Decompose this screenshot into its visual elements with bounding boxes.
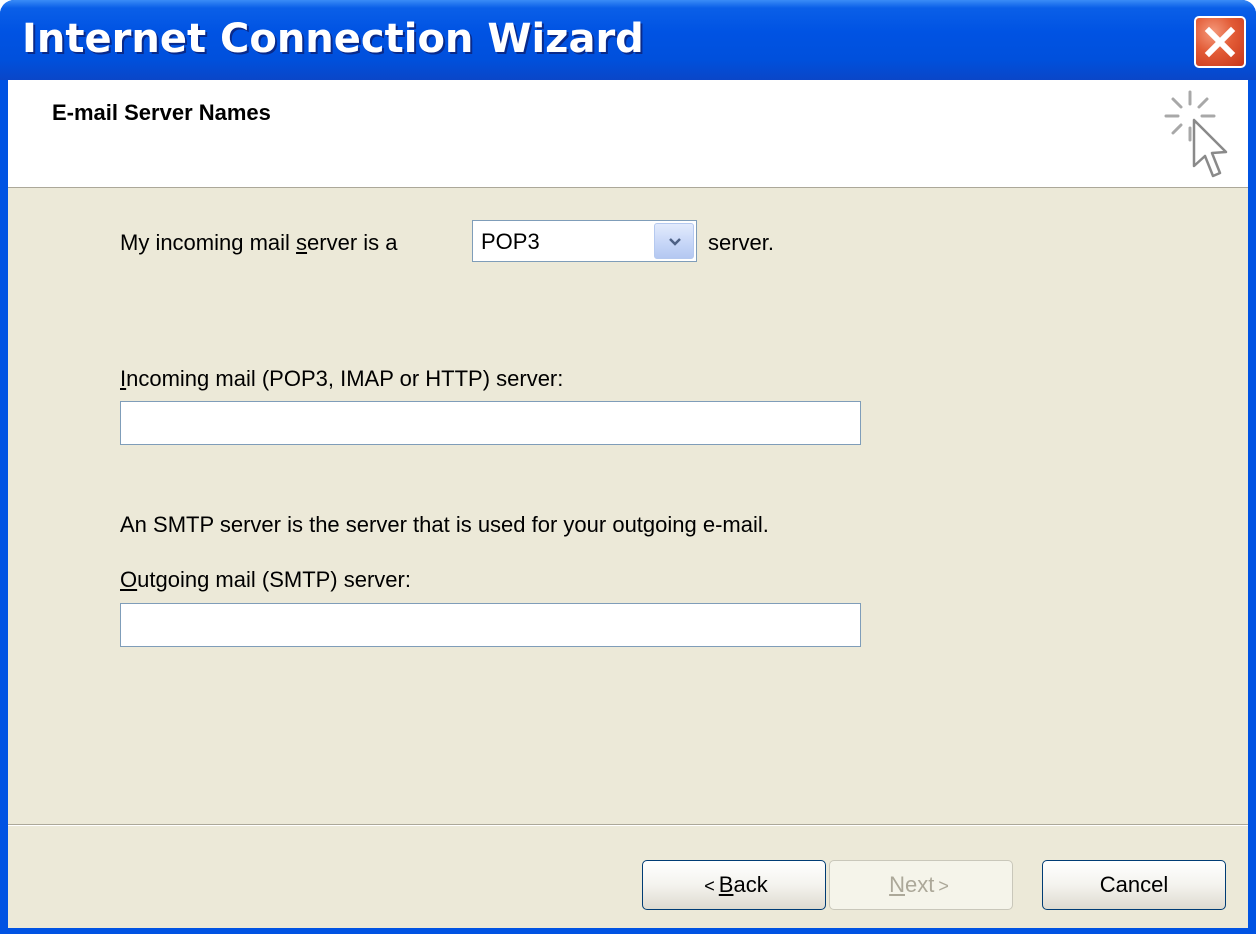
wizard-header: E-mail Server Names	[8, 80, 1248, 188]
outgoing-server-input[interactable]	[120, 603, 861, 647]
incoming-server-input[interactable]	[120, 401, 861, 445]
server-type-suffix: server.	[708, 230, 775, 255]
cancel-button[interactable]: Cancel	[1042, 860, 1226, 910]
outgoing-server-label: Outgoing mail (SMTP) server:	[120, 567, 411, 592]
next-button[interactable]: Next >	[829, 860, 1013, 910]
title-bar[interactable]: Internet Connection Wizard	[0, 0, 1256, 80]
window-title: Internet Connection Wizard	[22, 16, 644, 62]
back-button[interactable]: < Back	[642, 860, 826, 910]
wizard-body: My incoming mail server is a POP3 server…	[8, 188, 1248, 928]
server-type-value: POP3	[481, 229, 540, 254]
chevron-down-icon	[669, 238, 681, 246]
incoming-server-label: Incoming mail (POP3, IMAP or HTTP) serve…	[120, 366, 564, 391]
footer-divider	[8, 824, 1248, 826]
wizard-window: Internet Connection Wizard E-mail Server…	[0, 0, 1256, 934]
close-icon	[1204, 26, 1236, 58]
close-button[interactable]	[1194, 16, 1246, 68]
page-title: E-mail Server Names	[52, 100, 271, 125]
dropdown-button[interactable]	[654, 223, 694, 259]
wizard-sparkle-cursor-icon	[1164, 90, 1228, 178]
server-type-label: My incoming mail server is a	[120, 230, 398, 255]
smtp-description: An SMTP server is the server that is use…	[120, 512, 769, 537]
server-type-dropdown[interactable]: POP3	[472, 220, 697, 262]
